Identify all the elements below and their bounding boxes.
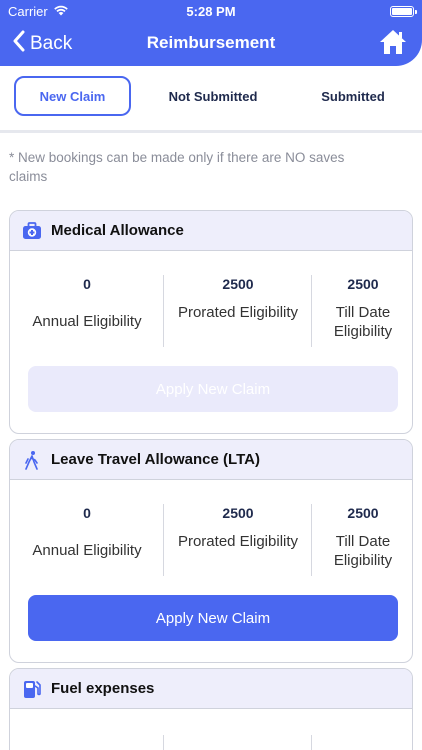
claim-tabs: New Claim Not Submitted Submitted — [0, 76, 422, 116]
apply-new-claim-button[interactable]: Apply New Claim — [28, 366, 398, 412]
status-bar: Carrier 5:28 PM — [0, 0, 422, 22]
stat-value: 0 — [83, 276, 91, 292]
home-icon — [378, 30, 408, 60]
stat-value: 0 — [83, 505, 91, 521]
apply-new-claim-button[interactable]: Apply New Claim — [28, 595, 398, 641]
medical-allowance-card: Medical Allowance 0 Annual Eligibility 2… — [9, 210, 413, 434]
prorated-eligibility: 2500 Prorated Eligibility — [164, 502, 312, 576]
stat-value: 2500 — [222, 505, 254, 521]
tab-new-claim[interactable]: New Claim — [14, 76, 131, 116]
stat-divider — [163, 735, 164, 750]
eligibility-stats: 0 Annual Eligibility 2500 Prorated Eligi… — [10, 502, 412, 594]
stat-value: 2500 — [222, 276, 254, 292]
traveler-icon — [22, 450, 42, 470]
eligibility-stats: 0 Annual Eligibility 2500 Prorated Eligi… — [10, 273, 412, 365]
medical-kit-icon — [22, 221, 42, 241]
stat-label: Till Date Eligibility — [333, 533, 393, 569]
card-title: Medical Allowance — [51, 222, 184, 239]
card-header: Leave Travel Allowance (LTA) — [10, 440, 412, 480]
battery-icon — [390, 6, 417, 17]
annual-eligibility: 0 Annual Eligibility — [10, 502, 164, 576]
till-date-eligibility: 2500 Till Date Eligibility — [312, 502, 412, 576]
page-title: Reimbursement — [146, 33, 276, 52]
app-header: Carrier 5:28 PM Back Reimbursement — [0, 0, 422, 66]
stat-value: 2500 — [347, 505, 379, 521]
stat-divider — [311, 735, 312, 750]
stat-label: Till Date Eligibility — [333, 304, 393, 340]
tabs-divider — [0, 130, 422, 133]
fuel-pump-icon — [22, 679, 42, 699]
tab-submitted[interactable]: Submitted — [293, 76, 413, 116]
tab-not-submitted[interactable]: Not Submitted — [148, 76, 278, 116]
nav-bar: Back Reimbursement — [0, 26, 422, 62]
card-header: Medical Allowance — [10, 211, 412, 251]
card-title: Fuel expenses — [51, 680, 155, 697]
stat-label: Annual Eligibility — [32, 313, 142, 330]
home-button[interactable] — [378, 28, 408, 61]
fuel-expenses-card: Fuel expenses — [9, 668, 413, 750]
status-time: 5:28 PM — [186, 4, 236, 19]
card-header: Fuel expenses — [10, 669, 412, 709]
till-date-eligibility: 2500 Till Date Eligibility — [312, 273, 412, 347]
stat-value: 2500 — [347, 276, 379, 292]
stat-label: Annual Eligibility — [32, 542, 142, 559]
lta-card: Leave Travel Allowance (LTA) 0 Annual El… — [9, 439, 413, 663]
prorated-eligibility: 2500 Prorated Eligibility — [164, 273, 312, 347]
booking-note: * New bookings can be made only if there… — [9, 150, 345, 184]
card-title: Leave Travel Allowance (LTA) — [51, 451, 260, 468]
annual-eligibility: 0 Annual Eligibility — [10, 273, 164, 347]
stat-label: Prorated Eligibility — [177, 533, 299, 550]
stat-label: Prorated Eligibility — [177, 304, 299, 321]
